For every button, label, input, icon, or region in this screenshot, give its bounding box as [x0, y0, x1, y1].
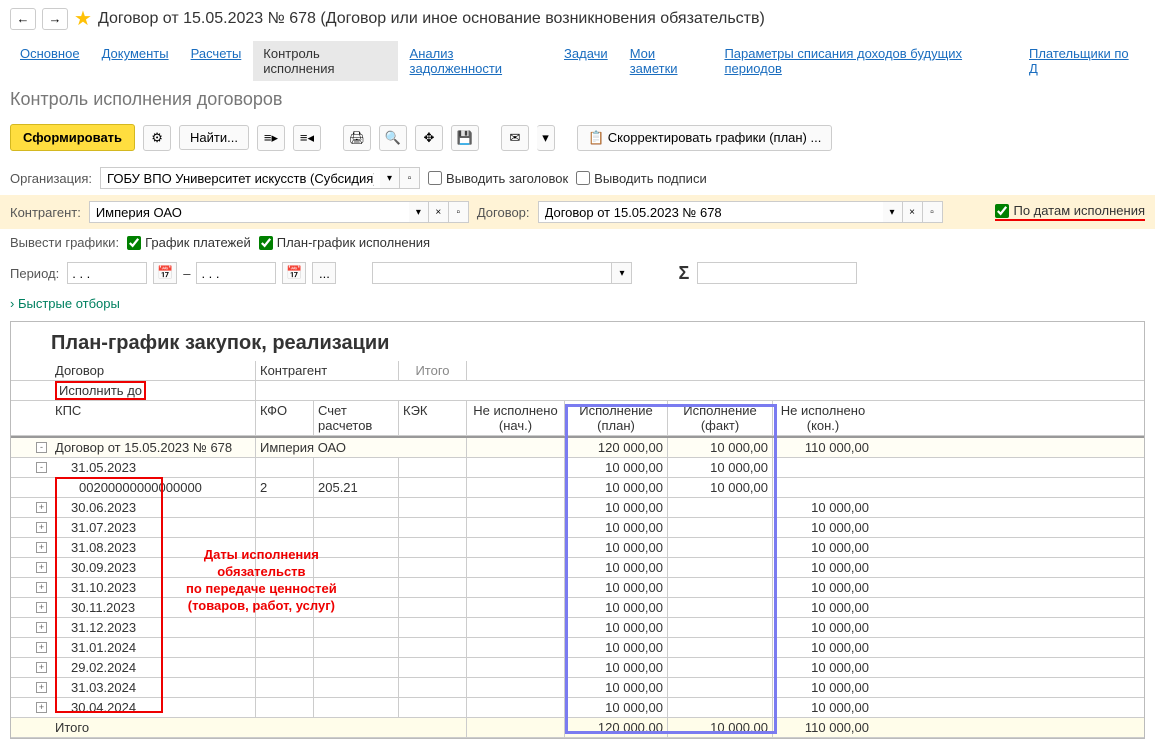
- cal-from[interactable]: 📅: [153, 262, 177, 284]
- tree-toggle[interactable]: +: [36, 502, 47, 513]
- counter-input[interactable]: [89, 201, 409, 223]
- org-dropdown[interactable]: ▾: [380, 167, 400, 189]
- org-label: Организация:: [10, 171, 92, 186]
- contract-clear[interactable]: ×: [903, 201, 923, 223]
- tree-toggle[interactable]: +: [36, 682, 47, 693]
- star-icon[interactable]: ★: [74, 6, 92, 31]
- counter-label: Контрагент:: [10, 205, 81, 220]
- preview-icon[interactable]: 🔍: [379, 125, 407, 151]
- tree-toggle[interactable]: +: [36, 622, 47, 633]
- filter-dropdown[interactable]: ▾: [612, 262, 632, 284]
- table-row: +31.10.202310 000,0010 000,00: [11, 578, 1144, 598]
- tree-toggle[interactable]: +: [36, 602, 47, 613]
- page-title: Договор от 15.05.2023 № 678 (Договор или…: [98, 10, 765, 28]
- tab-5[interactable]: Задачи: [554, 41, 618, 81]
- tree-toggle[interactable]: +: [36, 522, 47, 533]
- contract-input[interactable]: [538, 201, 883, 223]
- period-from[interactable]: [67, 262, 147, 284]
- table-row: +31.08.202310 000,0010 000,00: [11, 538, 1144, 558]
- find-button[interactable]: Найти...: [179, 125, 249, 150]
- tabs: ОсновноеДокументыРасчетыКонтроль исполне…: [0, 37, 1155, 85]
- contract-label: Договор:: [477, 205, 530, 220]
- table-row: +30.11.202310 000,0010 000,00: [11, 598, 1144, 618]
- tab-6[interactable]: Мои заметки: [620, 41, 713, 81]
- form-button[interactable]: Сформировать: [10, 124, 135, 151]
- table-row: 002000000000000002205.2110 000,0010 000,…: [11, 478, 1144, 498]
- counter-dropdown[interactable]: ▾: [409, 201, 429, 223]
- counter-clear[interactable]: ×: [429, 201, 449, 223]
- mail-icon[interactable]: ✉: [501, 125, 529, 151]
- by-dates-check[interactable]: [995, 204, 1009, 218]
- table-row: +30.04.202410 000,0010 000,00: [11, 698, 1144, 718]
- hdr-execute-until: Исполнить до: [55, 381, 146, 400]
- tree-toggle[interactable]: +: [36, 642, 47, 653]
- tab-8[interactable]: Плательщики по Д: [1019, 41, 1145, 81]
- tree-toggle[interactable]: +: [36, 662, 47, 673]
- tab-2[interactable]: Расчеты: [181, 41, 252, 81]
- table-row: +30.06.202310 000,0010 000,00: [11, 498, 1144, 518]
- sum-input[interactable]: [697, 262, 857, 284]
- org-input[interactable]: [100, 167, 380, 189]
- show-header-check[interactable]: [428, 171, 442, 185]
- counter-open[interactable]: ▫: [449, 201, 469, 223]
- graphs-label: Вывести графики:: [10, 235, 119, 250]
- contract-dropdown[interactable]: ▾: [883, 201, 903, 223]
- tab-4[interactable]: Анализ задолженности: [400, 41, 553, 81]
- quick-filters[interactable]: Быстрые отборы: [0, 290, 1155, 317]
- save-icon[interactable]: 💾: [451, 125, 479, 151]
- filter-input[interactable]: [372, 262, 612, 284]
- period-to[interactable]: [196, 262, 276, 284]
- table-row: +29.02.202410 000,0010 000,00: [11, 658, 1144, 678]
- tree-toggle[interactable]: +: [36, 702, 47, 713]
- table-row: +31.01.202410 000,0010 000,00: [11, 638, 1144, 658]
- tree-toggle[interactable]: +: [36, 542, 47, 553]
- table-row: -31.05.202310 000,0010 000,00: [11, 458, 1144, 478]
- collapse-icon[interactable]: ≡◂: [293, 125, 321, 151]
- hdr-contract: Договор: [51, 361, 256, 380]
- tree-toggle[interactable]: -: [36, 462, 47, 473]
- period-dots[interactable]: ...: [312, 262, 336, 284]
- table-row: +31.03.202410 000,0010 000,00: [11, 678, 1144, 698]
- table-row: +30.09.202310 000,0010 000,00: [11, 558, 1144, 578]
- plan-graph-check[interactable]: [259, 236, 273, 250]
- tree-toggle[interactable]: -: [36, 442, 47, 453]
- back-button[interactable]: ←: [10, 8, 36, 30]
- tab-0[interactable]: Основное: [10, 41, 90, 81]
- tree-toggle[interactable]: +: [36, 562, 47, 573]
- pay-graph-check[interactable]: [127, 236, 141, 250]
- print-icon[interactable]: 🖨: [343, 125, 371, 151]
- correct-button[interactable]: 📋 Скорректировать графики (план) ...: [577, 125, 832, 151]
- forward-button[interactable]: →: [42, 8, 68, 30]
- mail-dropdown[interactable]: ▾: [537, 125, 555, 151]
- show-sign-check[interactable]: [576, 171, 590, 185]
- contract-open[interactable]: ▫: [923, 201, 943, 223]
- settings-icon[interactable]: ⚙: [143, 125, 171, 151]
- tab-3[interactable]: Контроль исполнения: [253, 41, 397, 81]
- subtitle: Контроль исполнения договоров: [0, 85, 1155, 120]
- tree-toggle[interactable]: +: [36, 582, 47, 593]
- report-title: План-график закупок, реализации: [11, 322, 1144, 361]
- expand-icon[interactable]: ≡▸: [257, 125, 285, 151]
- cal-to[interactable]: 📅: [282, 262, 306, 284]
- org-open[interactable]: ▫: [400, 167, 420, 189]
- move-icon[interactable]: ✥: [415, 125, 443, 151]
- table-row: +31.07.202310 000,0010 000,00: [11, 518, 1144, 538]
- tab-7[interactable]: Параметры списания доходов будущих перио…: [714, 41, 1017, 81]
- sigma-icon: Σ: [678, 263, 689, 284]
- tab-1[interactable]: Документы: [92, 41, 179, 81]
- table-row: +31.12.202310 000,0010 000,00: [11, 618, 1144, 638]
- period-label: Период:: [10, 266, 59, 281]
